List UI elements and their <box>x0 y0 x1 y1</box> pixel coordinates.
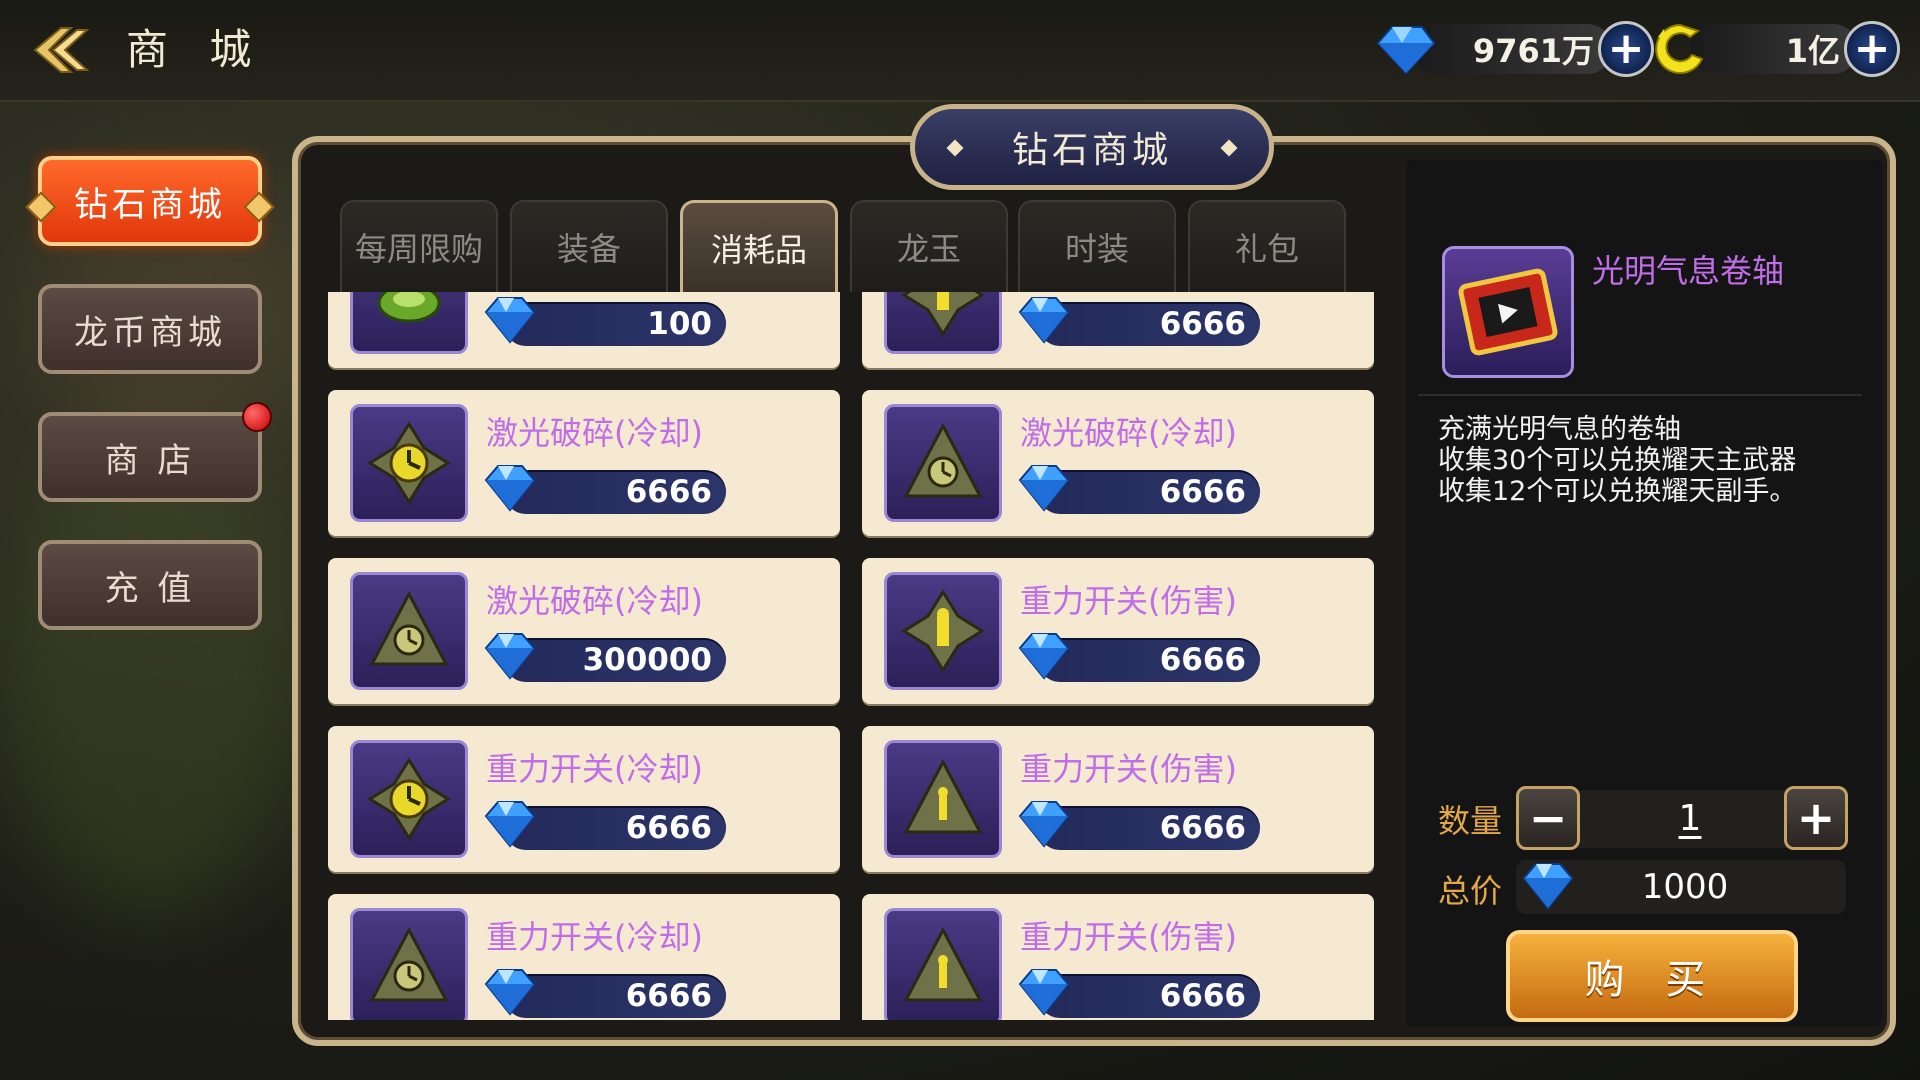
item-price: 100 <box>647 306 712 342</box>
diamond-icon <box>1018 969 1070 1016</box>
back-arrow-icon <box>33 27 90 73</box>
clock-triangle-icon <box>350 908 468 1020</box>
detail-description: 充满光明气息的卷轴 收集30个可以兑换耀天主武器 收集12个可以兑换耀天副手。 <box>1438 414 1797 507</box>
diamond-icon <box>484 297 536 344</box>
store-title-banner: 钻石商城 <box>910 104 1274 190</box>
decrease-quantity-button[interactable]: − <box>1516 786 1580 850</box>
item-name: 激光破碎(冷却) <box>486 414 703 452</box>
side-tab-diamond-store[interactable]: 钻石商城 <box>25 156 275 246</box>
notification-dot <box>242 402 272 432</box>
diamond-icon <box>484 801 536 848</box>
tab-dragon-jade[interactable]: 龙玉 <box>850 200 1008 292</box>
side-tab-shop[interactable]: 商 店 <box>38 412 262 502</box>
back-button[interactable] <box>28 22 98 78</box>
item-name: 重力开关(伤害) <box>1020 918 1237 956</box>
tab-equipment[interactable]: 装备 <box>510 200 668 292</box>
gravity-triangle-icon <box>884 908 1002 1020</box>
diamond-icon <box>484 969 536 1016</box>
item-price: 300000 <box>582 642 712 678</box>
diamond-icon <box>1018 801 1070 848</box>
item-name: 激光破碎(冷却) <box>486 582 703 620</box>
detail-item-name: 光明气息卷轴 <box>1592 252 1785 290</box>
tab-weekly-limited[interactable]: 每周限购 <box>340 200 498 292</box>
item-card[interactable]: 激光破碎(冷却) 300000 <box>328 558 840 704</box>
item-name: 重力开关(冷却) <box>486 750 703 788</box>
diamond-icon <box>1018 633 1070 680</box>
item-price: 6666 <box>625 810 712 846</box>
clock-ornament-icon <box>350 740 468 858</box>
tab-fashion[interactable]: 时装 <box>1018 200 1176 292</box>
item-price: 6666 <box>1159 642 1246 678</box>
store-title: 钻石商城 <box>1011 130 1172 171</box>
clock-triangle-icon <box>350 572 468 690</box>
scroll-icon <box>1442 246 1574 378</box>
increase-quantity-button[interactable]: + <box>1784 786 1848 850</box>
item-name: 重力开关(伤害) <box>1020 750 1237 788</box>
side-tab-label: 商 店 <box>104 440 196 481</box>
diamond-currency: 9761万 + <box>1372 18 1654 80</box>
side-tab-label: 钻石商城 <box>74 184 226 225</box>
quantity-label: 数量 <box>1438 802 1503 840</box>
item-card[interactable]: 重力开关(冷却) 6666 <box>328 894 840 1020</box>
side-tab-dragon-coin-store[interactable]: 龙币商城 <box>38 284 262 374</box>
coin-amount: 1亿 <box>1690 24 1858 74</box>
item-name: 激光破碎(冷却) <box>1020 414 1237 452</box>
spark-icon <box>25 191 57 223</box>
item-price: 6666 <box>1159 474 1246 510</box>
item-card[interactable]: 重力开关(伤害) 6666 <box>862 894 1374 1020</box>
diamond-icon <box>484 633 536 680</box>
side-tab-recharge[interactable]: 充 值 <box>38 540 262 630</box>
item-card[interactable]: 100 <box>328 292 840 368</box>
side-tab-label: 龙币商城 <box>74 312 226 353</box>
diamond-icon <box>1018 297 1070 344</box>
tab-gift-pack[interactable]: 礼包 <box>1188 200 1346 292</box>
item-card[interactable]: 重力开关(伤害) 6666 <box>862 726 1374 872</box>
add-coins-button[interactable]: + <box>1844 21 1900 77</box>
gravity-ornament-icon <box>884 572 1002 690</box>
diamond-icon <box>1376 26 1436 75</box>
item-card[interactable]: 6666 <box>862 292 1374 368</box>
item-card[interactable]: 重力开关(伤害) 6666 <box>862 558 1374 704</box>
item-list[interactable]: 100 6666 激光破碎(冷却) 6666 激光破碎(冷却) 6666 激光破… <box>314 292 1390 1020</box>
divider <box>1418 394 1862 396</box>
quantity-stepper[interactable]: 1 <box>1600 790 1780 848</box>
page-title: 商 城 <box>126 25 266 74</box>
top-bar: 商 城 9761万 + 1亿 + <box>0 0 1920 102</box>
gravity-ornament-icon <box>884 292 1002 354</box>
diamond-icon <box>484 465 536 512</box>
ornament-diamond <box>946 139 964 157</box>
clock-ornament-icon <box>350 404 468 522</box>
item-name: 重力开关(冷却) <box>486 918 703 956</box>
buy-button[interactable]: 购 买 <box>1506 930 1798 1022</box>
item-card[interactable]: 激光破碎(冷却) 6666 <box>328 390 840 536</box>
item-card[interactable]: 激光破碎(冷却) 6666 <box>862 390 1374 536</box>
item-price: 6666 <box>1159 810 1246 846</box>
diamond-amount: 9761万 <box>1414 24 1612 74</box>
item-name: 重力开关(伤害) <box>1020 582 1237 620</box>
gravity-triangle-icon <box>884 740 1002 858</box>
item-price: 6666 <box>1159 978 1246 1014</box>
add-diamonds-button[interactable]: + <box>1598 21 1654 77</box>
dragon-coin-icon <box>1655 23 1704 74</box>
clock-triangle-icon <box>884 404 1002 522</box>
total-price-label: 总价 <box>1438 872 1503 910</box>
total-price: 1000 <box>1641 867 1729 907</box>
ornament-diamond <box>1220 139 1238 157</box>
item-price: 6666 <box>1159 306 1246 342</box>
item-card[interactable]: 重力开关(冷却) 6666 <box>328 726 840 872</box>
item-price: 6666 <box>625 978 712 1014</box>
item-price: 6666 <box>625 474 712 510</box>
diamond-icon <box>1018 465 1070 512</box>
coin-currency: 1亿 + <box>1650 18 1900 80</box>
side-tab-label: 充 值 <box>104 568 196 609</box>
tab-consumables[interactable]: 消耗品 <box>680 200 838 292</box>
green-orb-icon <box>350 292 468 354</box>
